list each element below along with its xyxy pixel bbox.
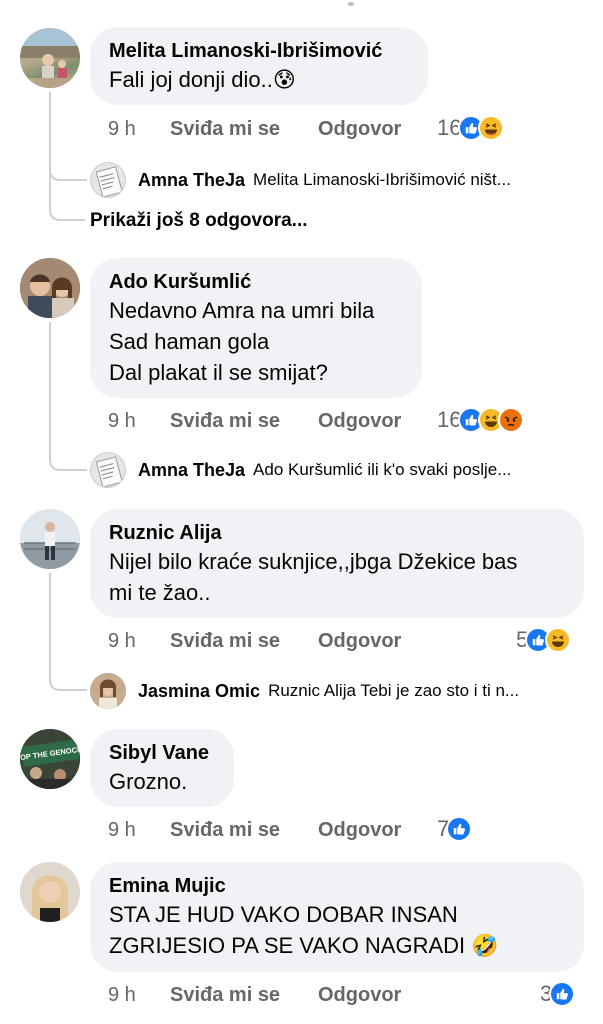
comment-author[interactable]: Sibyl Vane [109,740,215,766]
reaction-summary[interactable]: 5 [516,626,572,654]
reply-author[interactable]: Jasmina Omic [138,681,260,702]
reply-avatar[interactable] [90,452,126,488]
show-more-replies-link[interactable]: Prikaži još 8 odgovora... [90,210,308,232]
comment-bubble[interactable]: Ruznic Alija Nijel bilo kraće suknjice,,… [90,509,584,618]
like-button[interactable]: Sviđa mi se [170,816,280,844]
scroll-indicator [348,2,354,6]
reply-button[interactable]: Odgovor [318,115,401,143]
comment-bubble[interactable]: Emina Mujic STA JE HUD VAKO DOBAR INSAN … [90,862,584,972]
comment-author[interactable]: Ruznic Alija [109,520,565,546]
comment-text: Nedavno Amra na umri bila Sad haman gola… [109,298,375,385]
haha-icon [545,627,572,653]
reply-button[interactable]: Odgovor [318,816,401,844]
avatar-photo [20,509,80,569]
avatar[interactable] [20,258,80,318]
like-icon [446,816,473,842]
rofl-emoji: 🤣 [471,933,499,958]
avatar-photo [90,673,126,709]
like-icon [549,981,576,1007]
haha-icon [478,115,505,141]
reply-text: Ruznic Alija Tebi je zao sto i ti n... [268,681,520,700]
avatar[interactable] [20,862,80,922]
thread-line [49,573,51,673]
avatar-photo [20,258,80,318]
like-button[interactable]: Sviđa mi se [170,627,280,655]
angry-icon [498,407,525,433]
reply-text: Ado Kuršumlić ili k'o svaki poslje... [253,460,512,479]
thread-line [49,322,51,452]
avatar-photo: STOP THE GENOCIDE [20,729,80,789]
comment-text: Nijel bilo kraće suknjice,,jbga Džekice … [109,549,518,605]
reply-text: Melita Limanoski-Ibrišimović ništ... [253,170,511,189]
comment-actions: 9 h Sviđa mi se Odgovor [108,627,418,655]
avatar[interactable]: STOP THE GENOCIDE [20,729,80,789]
reaction-summary[interactable]: 16 [437,114,505,142]
reply-preview[interactable]: Amna TheJa Ado Kuršumlić ili k'o svaki p… [138,452,588,488]
reply-author[interactable]: Amna TheJa [138,170,245,191]
fearful-emoji: 😰 [272,67,296,92]
thread-connector [49,176,85,221]
comment-time[interactable]: 9 h [108,115,136,143]
comment-actions: 9 h Sviđa mi se Odgovor [108,816,418,844]
avatar-photo [20,28,80,88]
comment-bubble[interactable]: Melita Limanoski-Ibrišimović Fali joj do… [90,27,428,105]
comment-actions: 9 h Sviđa mi se Odgovor [108,115,418,143]
comment-time[interactable]: 9 h [108,407,136,435]
reply-button[interactable]: Odgovor [318,981,401,1009]
reply-avatar[interactable] [90,162,126,198]
avatar[interactable] [20,28,80,88]
reply-preview[interactable]: Jasmina Omic Ruznic Alija Tebi je zao st… [138,673,588,709]
comment-text: STA JE HUD VAKO DOBAR INSAN ZGRIJESIO PA… [109,902,499,958]
comment-author[interactable]: Emina Mujic [109,873,565,899]
comment-author[interactable]: Ado Kuršumlić [109,269,403,295]
avatar-photo [95,166,123,197]
like-button[interactable]: Sviđa mi se [170,407,280,435]
like-button[interactable]: Sviđa mi se [170,115,280,143]
reaction-summary[interactable]: 16 [437,406,525,434]
reply-button[interactable]: Odgovor [318,407,401,435]
thread-connector [49,660,87,691]
comment-actions: 9 h Sviđa mi se Odgovor [108,407,418,435]
comment-bubble[interactable]: Sibyl Vane Grozno. [90,729,234,807]
comment-text: Grozno. [109,769,188,794]
avatar-photo [95,456,123,487]
reply-preview[interactable]: Amna TheJa Melita Limanoski-Ibrišimović … [138,162,588,198]
comment-time[interactable]: 9 h [108,816,136,844]
avatar-photo [20,862,80,922]
comment-text: Fali joj donji dio..😰 [109,67,296,92]
comment-time[interactable]: 9 h [108,627,136,655]
comment-time[interactable]: 9 h [108,981,136,1009]
reaction-summary[interactable]: 7 [437,815,473,843]
comment-author[interactable]: Melita Limanoski-Ibrišimović [109,38,409,64]
comment-bubble[interactable]: Ado Kuršumlić Nedavno Amra na umri bila … [90,258,422,398]
thread-connector [49,440,87,471]
reply-author[interactable]: Amna TheJa [138,460,245,481]
comment-actions: 9 h Sviđa mi se Odgovor [108,981,418,1009]
reaction-summary[interactable]: 3 [540,980,576,1008]
reply-avatar[interactable] [90,673,126,709]
avatar[interactable] [20,509,80,569]
like-button[interactable]: Sviđa mi se [170,981,280,1009]
reply-button[interactable]: Odgovor [318,627,401,655]
